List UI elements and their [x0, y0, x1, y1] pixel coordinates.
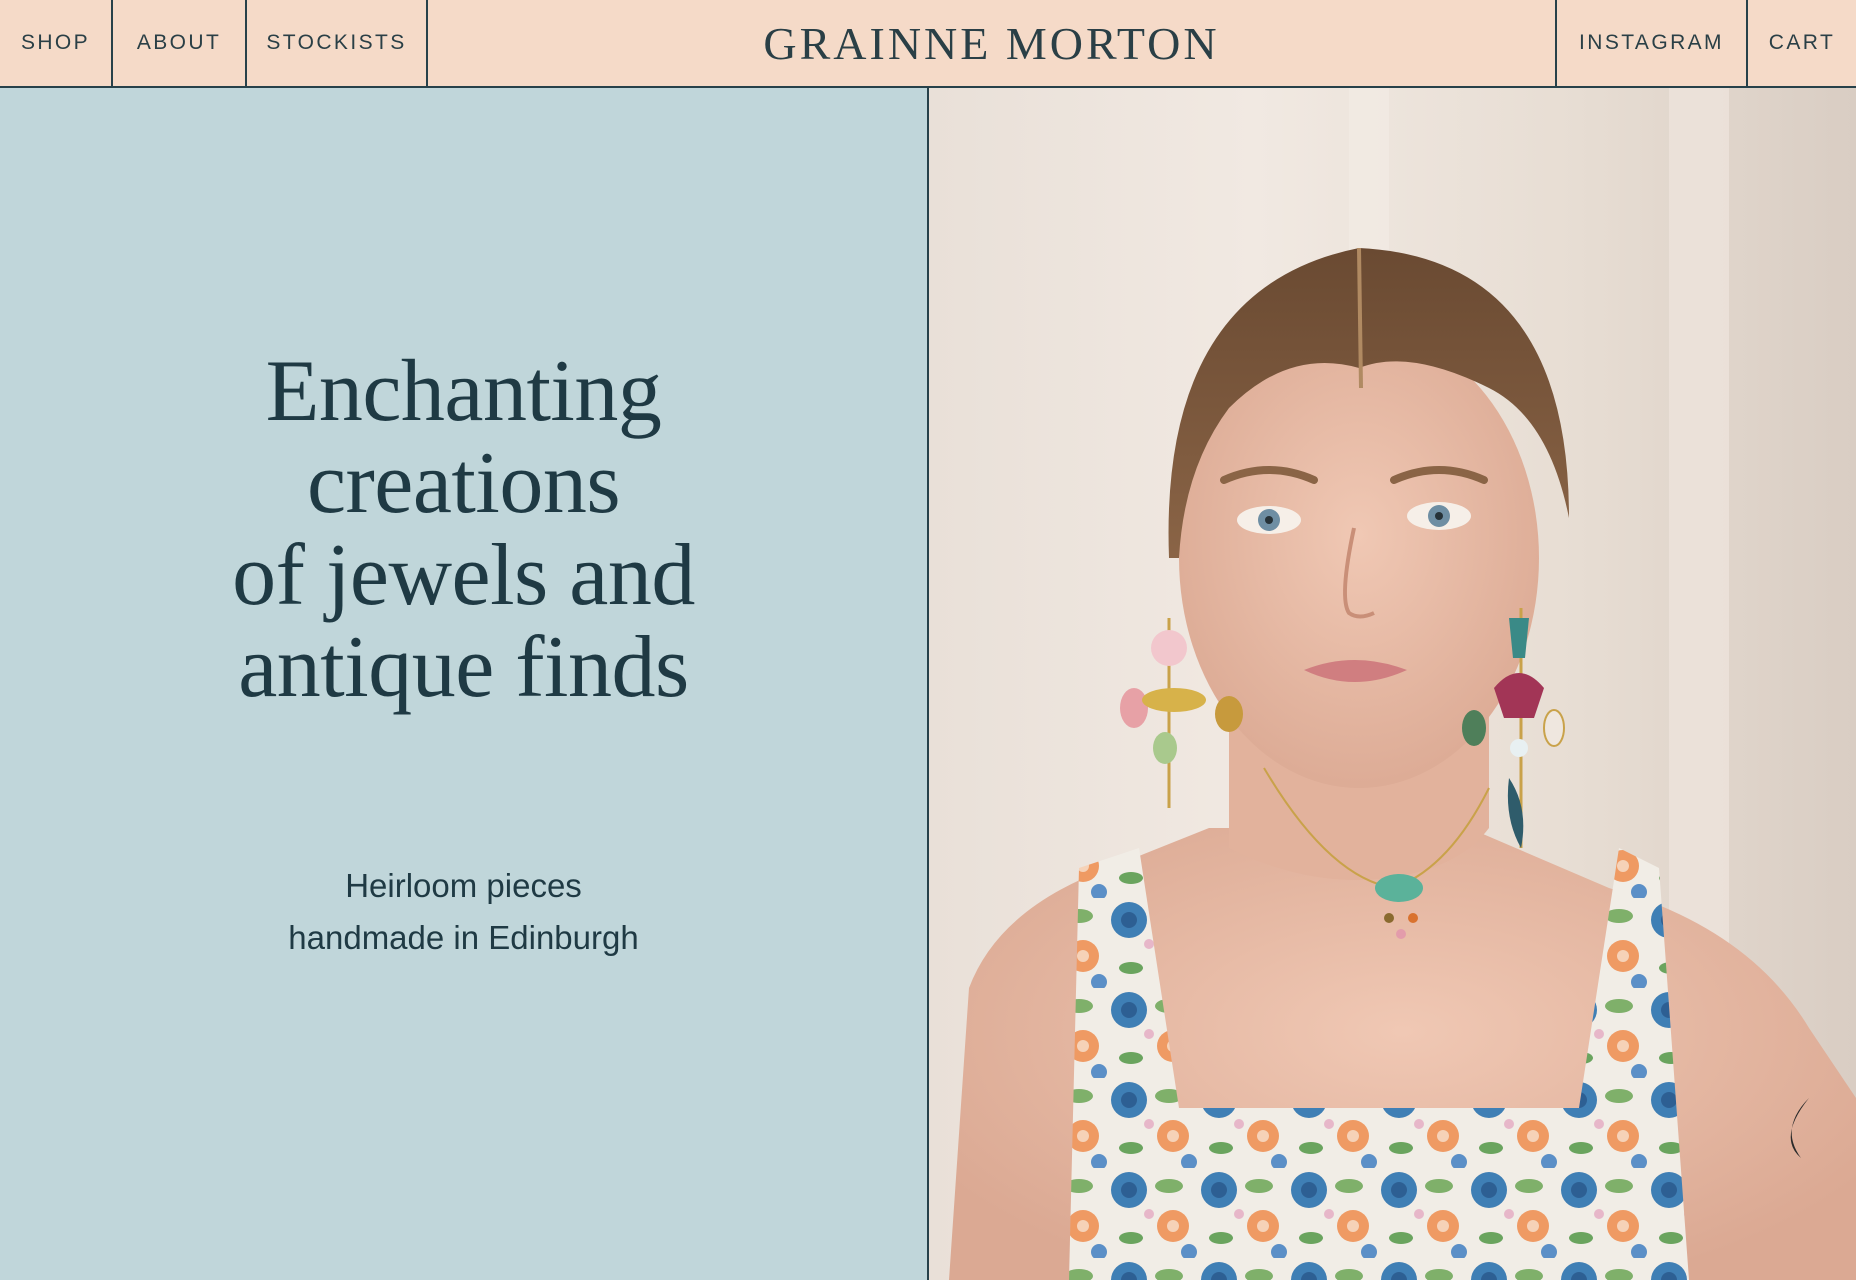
top-navigation: SHOP ABOUT STOCKISTS GRAINNE MORTON INST…: [0, 0, 1856, 88]
nav-stockists-link[interactable]: STOCKISTS: [247, 0, 428, 86]
hero-headline-line: antique finds: [238, 619, 689, 716]
secondary-nav: INSTAGRAM CART: [1555, 0, 1856, 86]
hero-subheading-line: Heirloom pieces: [345, 867, 582, 904]
nav-instagram-link[interactable]: INSTAGRAM: [1555, 0, 1746, 86]
nav-cart-link[interactable]: CART: [1746, 0, 1856, 86]
hero-subheading: Heirloom pieces handmade in Edinburgh: [0, 860, 927, 964]
hero-headline-line: Enchanting: [265, 343, 662, 440]
hero-headline: Enchanting creations of jewels and antiq…: [0, 346, 927, 714]
hero-headline-line: creations: [306, 435, 621, 532]
model-illustration: [929, 88, 1856, 1280]
primary-nav: SHOP ABOUT STOCKISTS: [0, 0, 428, 86]
nav-shop-link[interactable]: SHOP: [0, 0, 113, 86]
hero-subheading-line: handmade in Edinburgh: [288, 919, 639, 956]
brand-logo[interactable]: GRAINNE MORTON: [428, 0, 1555, 86]
nav-about-link[interactable]: ABOUT: [113, 0, 247, 86]
hero-model-photo: [929, 88, 1856, 1280]
hero-headline-line: of jewels and: [232, 527, 695, 624]
